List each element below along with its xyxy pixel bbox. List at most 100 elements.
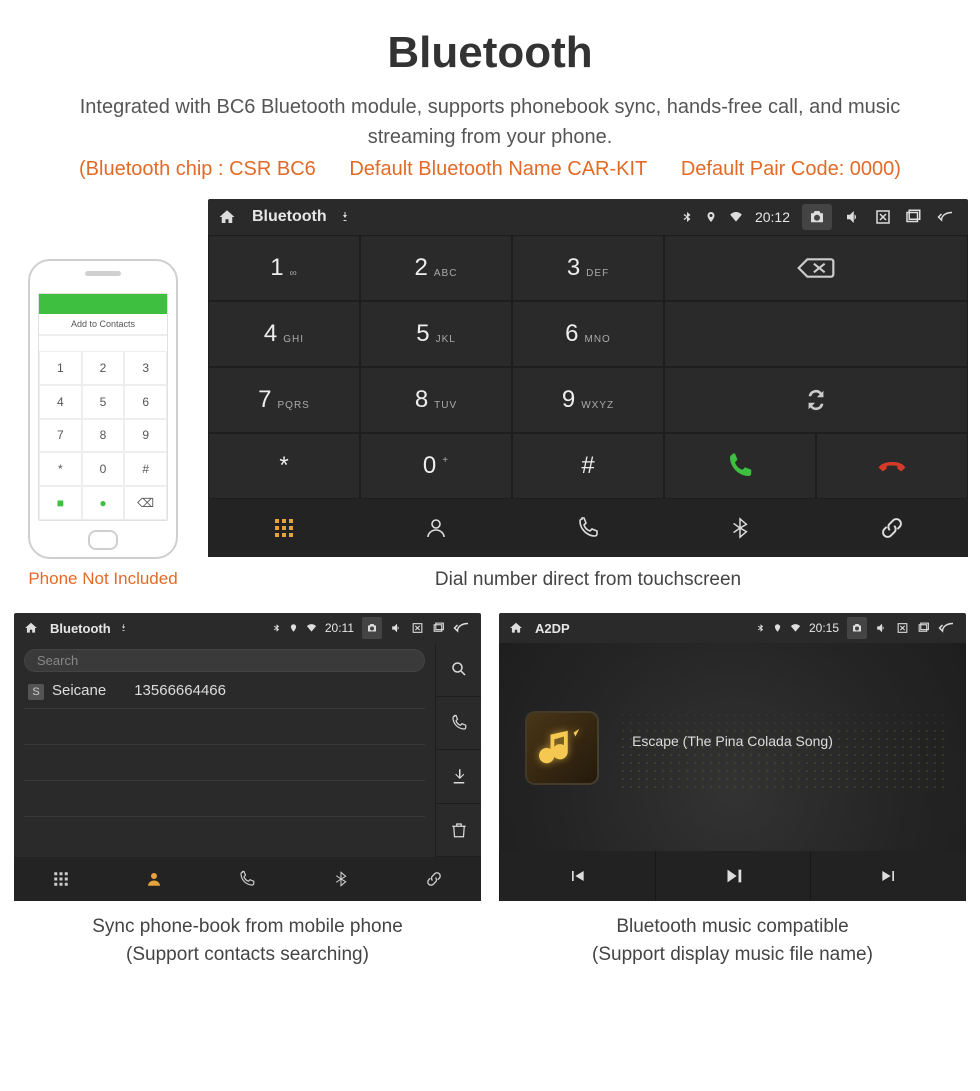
close-x-icon[interactable]: [896, 619, 909, 637]
usb-icon: [119, 619, 128, 637]
bluetooth-icon: [272, 619, 281, 637]
headunit-contacts: Bluetooth 20:11 Search SSeicane 13: [14, 613, 481, 901]
statusbar: Bluetooth 20:11: [14, 613, 481, 643]
volume-icon[interactable]: [844, 208, 862, 226]
recents-icon[interactable]: [904, 208, 922, 226]
status-time: 20:15: [809, 621, 839, 635]
dialer-caption: Dial number direct from touchscreen: [208, 557, 968, 613]
recents-icon[interactable]: [917, 619, 930, 637]
status-title: Bluetooth: [50, 621, 111, 636]
back-icon[interactable]: [453, 619, 471, 637]
tab-recent[interactable]: [512, 499, 664, 557]
track-title: Escape (The Pina Colada Song): [632, 733, 833, 749]
status-time: 20:11: [325, 621, 354, 635]
key-1[interactable]: 1∞: [208, 235, 360, 301]
tab-dialpad[interactable]: [14, 857, 107, 901]
contacts-caption: Sync phone-book from mobile phone (Suppo…: [14, 901, 481, 968]
call-button[interactable]: [664, 433, 816, 499]
volume-icon[interactable]: [875, 619, 888, 637]
tab-pair[interactable]: [388, 857, 481, 901]
screenshot-button[interactable]: [847, 617, 867, 639]
phone-add-contacts: Add to Contacts: [39, 314, 167, 335]
download-button[interactable]: [435, 750, 481, 804]
swap-button[interactable]: [664, 367, 968, 433]
wifi-icon: [790, 619, 801, 637]
bluetooth-icon: [681, 208, 693, 226]
headunit-dialer: Bluetooth 20:12 1∞ 2ABC 3DEF: [208, 199, 968, 557]
key-5[interactable]: 5JKL: [360, 301, 512, 367]
key-3[interactable]: 3DEF: [512, 235, 664, 301]
key-2[interactable]: 2ABC: [360, 235, 512, 301]
prev-button[interactable]: [499, 851, 655, 901]
phone-keypad: 123 456 789 *0# ■●⌫: [39, 351, 167, 520]
status-time: 20:12: [755, 209, 790, 225]
camera-icon: [366, 619, 378, 637]
home-icon[interactable]: [218, 208, 236, 226]
spec-code: Default Pair Code: 0000): [681, 158, 901, 180]
contact-name: Seicane: [52, 682, 106, 699]
back-icon[interactable]: [934, 208, 958, 226]
play-pause-button[interactable]: [655, 851, 811, 901]
dialer-tabs: [208, 499, 968, 557]
screenshot-button[interactable]: [362, 617, 382, 639]
statusbar: A2DP 20:15: [499, 613, 966, 643]
contact-number: 13566664466: [134, 682, 226, 700]
status-title: Bluetooth: [252, 208, 327, 226]
spec-chip: (Bluetooth chip : CSR BC6: [79, 158, 316, 180]
spec-name: Default Bluetooth Name CAR-KIT: [349, 158, 647, 180]
wifi-icon: [306, 619, 317, 637]
page-title: Bluetooth: [0, 0, 980, 78]
key-star[interactable]: *: [208, 433, 360, 499]
screenshot-button[interactable]: [802, 204, 832, 230]
camera-icon: [851, 619, 863, 637]
key-hash[interactable]: #: [512, 433, 664, 499]
home-icon[interactable]: [24, 619, 38, 637]
statusbar: Bluetooth 20:12: [208, 199, 968, 235]
album-art: [527, 713, 597, 783]
key-6[interactable]: 6MNO: [512, 301, 664, 367]
camera-icon: [808, 208, 826, 226]
volume-icon[interactable]: [390, 619, 403, 637]
tab-bluetooth[interactable]: [664, 499, 816, 557]
bluetooth-icon: [756, 619, 765, 637]
page-description: Integrated with BC6 Bluetooth module, su…: [0, 78, 980, 158]
a2dp-caption: Bluetooth music compatible (Support disp…: [499, 901, 966, 968]
location-icon: [289, 619, 298, 637]
usb-icon: [339, 211, 351, 223]
bluetooth-specs: (Bluetooth chip : CSR BC6 Default Blueto…: [0, 158, 980, 199]
close-x-icon[interactable]: [411, 619, 424, 637]
status-title: A2DP: [535, 621, 570, 636]
backspace-button[interactable]: [664, 235, 968, 301]
recents-icon[interactable]: [432, 619, 445, 637]
key-0[interactable]: 0+: [360, 433, 512, 499]
back-icon[interactable]: [938, 619, 956, 637]
location-icon: [773, 619, 782, 637]
tab-bluetooth[interactable]: [294, 857, 387, 901]
contacts-tabs: [14, 857, 481, 901]
tab-dialpad[interactable]: [208, 499, 360, 557]
location-icon: [705, 208, 717, 226]
tab-pair[interactable]: [816, 499, 968, 557]
delete-button[interactable]: [435, 804, 481, 858]
search-button[interactable]: [435, 643, 481, 697]
key-7[interactable]: 7PQRS: [208, 367, 360, 433]
tab-recent[interactable]: [201, 857, 294, 901]
tab-contacts[interactable]: [107, 857, 200, 901]
dialpad: 1∞ 2ABC 3DEF 4GHI 5JKL 6MNO 7PQRS 8TUV 9…: [208, 235, 968, 499]
wifi-icon: [729, 208, 743, 226]
playback-controls: [499, 851, 966, 901]
search-input[interactable]: Search: [24, 649, 425, 672]
phone-mock-column: Add to Contacts 123 456 789 *0# ■●⌫ Phon…: [12, 199, 194, 589]
next-button[interactable]: [810, 851, 966, 901]
headunit-a2dp: A2DP 20:15 Escape (The Pina Colada Song): [499, 613, 966, 901]
key-9[interactable]: 9WXYZ: [512, 367, 664, 433]
phone-caption: Phone Not Included: [12, 569, 194, 589]
call-button[interactable]: [435, 697, 481, 751]
close-x-icon[interactable]: [874, 208, 892, 226]
key-4[interactable]: 4GHI: [208, 301, 360, 367]
home-icon[interactable]: [509, 619, 523, 637]
key-8[interactable]: 8TUV: [360, 367, 512, 433]
hangup-button[interactable]: [816, 433, 968, 499]
contact-row[interactable]: SSeicane 13566664466: [24, 672, 425, 709]
tab-contacts[interactable]: [360, 499, 512, 557]
